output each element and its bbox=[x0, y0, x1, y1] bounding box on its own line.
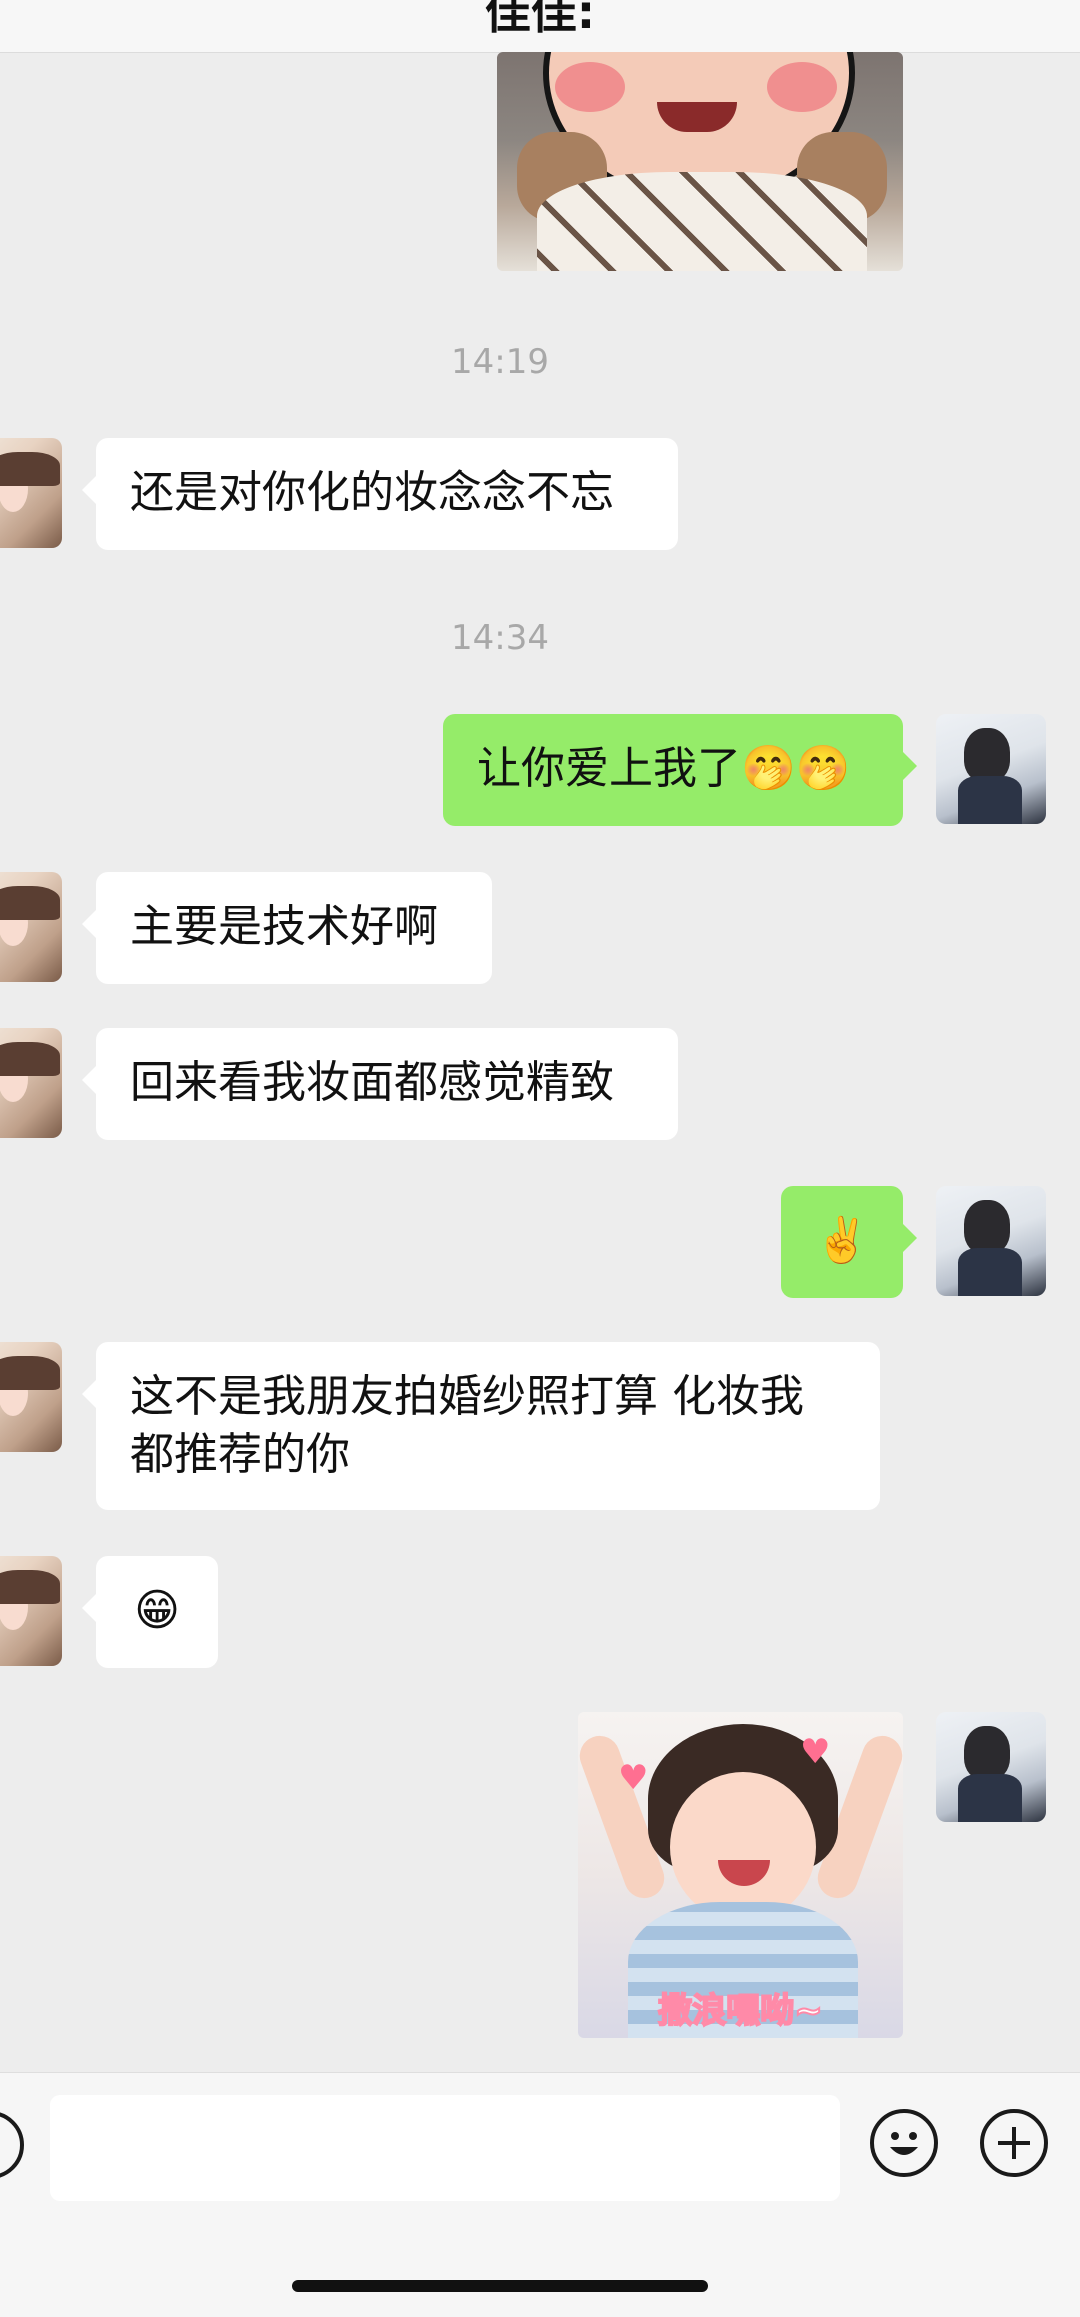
chat-area[interactable]: 14:19 还是对你化的妆念念不忘 14:34 让你爱上我了🤭🤭 主要是技术好啊… bbox=[0, 52, 1080, 2072]
baby-cheek bbox=[555, 62, 625, 112]
timestamp: 14:19 bbox=[451, 342, 549, 382]
baby-shirt bbox=[537, 172, 867, 271]
message-text: 让你爱上我了🤭🤭 bbox=[477, 743, 851, 794]
contact-avatar[interactable] bbox=[0, 1028, 62, 1138]
message-text: 这不是我朋友拍婚纱照打算 化妆我都推荐的你 bbox=[130, 1371, 804, 1480]
message-bubble-incoming[interactable]: 😁 bbox=[82, 1556, 218, 1668]
contact-avatar[interactable] bbox=[0, 438, 62, 548]
home-indicator[interactable] bbox=[292, 2280, 708, 2292]
self-avatar[interactable] bbox=[936, 714, 1046, 824]
sticker-face bbox=[670, 1772, 816, 1922]
message-text: 主要是技术好啊 bbox=[130, 901, 438, 952]
plus-icon[interactable] bbox=[980, 2109, 1048, 2177]
image-message-sticker[interactable]: ♥ ♥ 撒浪嘿呦~ bbox=[578, 1712, 903, 2038]
contact-avatar[interactable] bbox=[0, 872, 62, 982]
baby-cheek bbox=[767, 62, 837, 112]
message-text: 回来看我妆面都感觉精致 bbox=[130, 1057, 614, 1108]
heart-icon: ♥ bbox=[800, 1732, 831, 1772]
message-bubble-incoming[interactable]: 这不是我朋友拍婚纱照打算 化妆我都推荐的你 bbox=[82, 1342, 880, 1510]
message-text: 😁 bbox=[134, 1585, 180, 1636]
voice-icon[interactable] bbox=[0, 2111, 24, 2179]
message-text: ✌️ bbox=[814, 1215, 870, 1266]
self-avatar[interactable] bbox=[936, 1712, 1046, 1822]
sticker-caption: 撒浪嘿呦~ bbox=[657, 1990, 824, 2032]
self-avatar[interactable] bbox=[936, 1186, 1046, 1296]
image-message-baby[interactable] bbox=[497, 52, 903, 271]
message-bubble-incoming[interactable]: 主要是技术好啊 bbox=[82, 872, 492, 984]
contact-avatar[interactable] bbox=[0, 1342, 62, 1452]
message-input[interactable] bbox=[50, 2095, 840, 2201]
message-bubble-incoming[interactable]: 还是对你化的妆念念不忘 bbox=[82, 438, 678, 550]
message-text: 还是对你化的妆念念不忘 bbox=[130, 467, 614, 518]
message-bubble-incoming[interactable]: 回来看我妆面都感觉精致 bbox=[82, 1028, 678, 1140]
chat-title: 佳佳: bbox=[484, 0, 596, 39]
heart-icon: ♥ bbox=[618, 1758, 649, 1798]
chat-header: 佳佳: bbox=[0, 0, 1080, 53]
emoji-icon[interactable] bbox=[870, 2109, 938, 2177]
contact-avatar[interactable] bbox=[0, 1556, 62, 1666]
message-bubble-outgoing[interactable]: ✌️ bbox=[781, 1186, 917, 1298]
message-bubble-outgoing[interactable]: 让你爱上我了🤭🤭 bbox=[443, 714, 917, 826]
timestamp: 14:34 bbox=[451, 618, 549, 658]
